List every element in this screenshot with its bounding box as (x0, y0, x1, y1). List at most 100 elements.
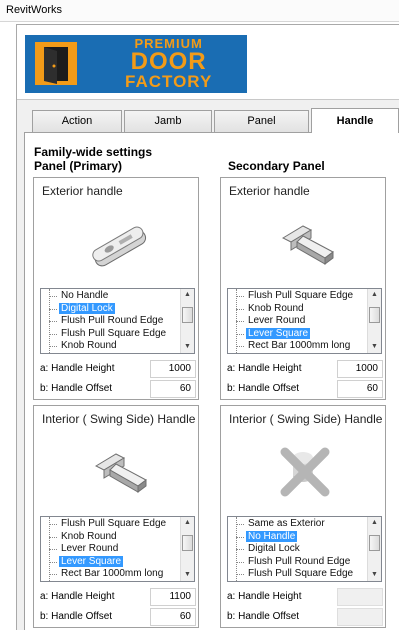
handle-offset-input[interactable]: 60 (337, 380, 383, 398)
handle-offset-label: b: Handle Offset (40, 383, 113, 394)
handle-height-input[interactable] (337, 588, 383, 606)
scroll-down-icon[interactable]: ▼ (368, 569, 381, 581)
tab-bar: Action Jamb Panel Handle (24, 108, 399, 133)
list-item-label: Same as Exterior (248, 518, 325, 529)
list-item-label: Knob Round (61, 530, 117, 542)
primary-panel-heading: Panel (Primary) (34, 159, 123, 173)
tab-handle[interactable]: Handle (311, 108, 399, 133)
scroll-thumb[interactable] (182, 535, 193, 551)
list-item[interactable]: Knob Round (41, 531, 180, 544)
tab-panel[interactable]: Panel (214, 110, 309, 132)
list-scrollbar[interactable]: ▲ ▼ (367, 289, 381, 353)
group-title: Interior ( Swing Side) Handle (229, 412, 383, 426)
handle-offset-row: b: Handle Offset 60 (225, 380, 383, 400)
list-item[interactable]: Flush Pull Square Edge (228, 568, 367, 581)
no-handle-icon (261, 436, 351, 506)
list-item[interactable]: Lever Round (228, 315, 367, 328)
list-item-selected[interactable]: Lever Square (228, 327, 367, 341)
scroll-down-icon[interactable]: ▼ (181, 341, 194, 353)
tab-jamb[interactable]: Jamb (124, 110, 212, 132)
window-titlebar: RevitWorks (0, 0, 399, 22)
secondary-exterior-handle-group: Exterior handle Flush Pull Square Edge K… (220, 177, 386, 400)
scroll-thumb[interactable] (369, 307, 380, 323)
list-item-label: Knob Round (61, 340, 117, 351)
handle-tab-content: Family-wide settings Panel (Primary) Sec… (24, 132, 399, 630)
list-scrollbar[interactable]: ▲ ▼ (367, 517, 381, 581)
scroll-down-icon[interactable]: ▼ (368, 341, 381, 353)
secondary-exterior-handle-list[interactable]: Flush Pull Square Edge Knob Round Lever … (227, 288, 382, 354)
list-item-selected[interactable]: Lever Square (41, 555, 180, 569)
list-item-label: Flush Pull Round Edge (61, 315, 164, 326)
list-scrollbar[interactable]: ▲ ▼ (180, 289, 194, 353)
scroll-up-icon[interactable]: ▲ (368, 517, 381, 529)
list-item-label: Lever Square (59, 555, 124, 567)
list-item-selected[interactable]: Digital Lock (41, 302, 180, 316)
list-item[interactable]: Knob Round (41, 340, 180, 353)
list-scrollbar[interactable]: ▲ ▼ (180, 517, 194, 581)
list-item-label: Rect Bar 1000mm long (248, 340, 351, 351)
list-item-label: Flush Pull Square Edge (61, 518, 167, 529)
handle-offset-row: b: Handle Offset 60 (38, 380, 196, 400)
list-item[interactable]: Flush Pull Square Edge (41, 518, 180, 531)
group-title: Interior ( Swing Side) Handle (42, 412, 196, 426)
logo-line-factory: FACTORY (125, 72, 213, 91)
list-item[interactable]: Rect Bar 1000mm long (41, 568, 180, 581)
handle-height-label: a: Handle Height (40, 591, 115, 602)
list-item-label: Digital Lock (59, 302, 115, 314)
group-title: Exterior handle (42, 184, 123, 198)
premium-door-factory-logo: PREMIUM DOOR FACTORY (25, 35, 247, 93)
group-title: Exterior handle (229, 184, 310, 198)
secondary-interior-handle-list[interactable]: Same as Exterior No Handle Digital Lock … (227, 516, 382, 582)
list-item[interactable]: Lever Round (41, 543, 180, 556)
list-item-label: Lever Round (248, 315, 306, 326)
handle-height-input[interactable]: 1000 (337, 360, 383, 378)
scroll-thumb[interactable] (369, 535, 380, 551)
tab-action[interactable]: Action (32, 110, 122, 132)
primary-interior-handle-group: Interior ( Swing Side) Handle Flush Pull… (33, 405, 199, 628)
secondary-interior-handle-group: Interior ( Swing Side) Handle Same as Ex… (220, 405, 386, 628)
scroll-down-icon[interactable]: ▼ (181, 569, 194, 581)
handle-offset-row: b: Handle Offset (225, 608, 383, 628)
handle-offset-label: b: Handle Offset (227, 611, 300, 622)
scroll-up-icon[interactable]: ▲ (368, 289, 381, 301)
list-item[interactable]: Flush Pull Round Edge (41, 315, 180, 328)
handle-height-label: a: Handle Height (227, 363, 302, 374)
list-item[interactable]: Flush Pull Round Edge (228, 556, 367, 569)
handle-offset-row: b: Handle Offset 60 (38, 608, 196, 628)
list-item-label: No Handle (61, 290, 109, 301)
handle-offset-input[interactable]: 60 (150, 608, 196, 626)
list-item-selected[interactable]: No Handle (228, 530, 367, 544)
logo-text: PREMIUM DOOR FACTORY (125, 37, 213, 91)
list-item[interactable]: Flush Pull Square Edge (41, 328, 180, 341)
list-item[interactable]: Same as Exterior (228, 518, 367, 531)
list-item[interactable]: Rect Bar 1000mm long (228, 340, 367, 353)
list-item-label: Lever Square (246, 327, 311, 339)
scroll-up-icon[interactable]: ▲ (181, 517, 194, 529)
scroll-thumb[interactable] (182, 307, 193, 323)
list-item[interactable]: Flush Pull Square Edge (228, 290, 367, 303)
primary-exterior-handle-list[interactable]: No Handle Digital Lock Flush Pull Round … (40, 288, 195, 354)
list-item[interactable]: Knob Round (228, 303, 367, 316)
list-item[interactable]: No Handle (41, 290, 180, 303)
handle-height-row: a: Handle Height 1000 (38, 360, 196, 380)
list-item-label: Knob Round (248, 302, 304, 314)
primary-exterior-handle-group: Exterior handle No Handle Digital Lock F… (33, 177, 199, 400)
scroll-up-icon[interactable]: ▲ (181, 289, 194, 301)
handle-offset-input[interactable]: 60 (150, 380, 196, 398)
list-item[interactable]: Digital Lock (228, 543, 367, 556)
handle-offset-label: b: Handle Offset (227, 383, 300, 394)
lever-square-handle-icon (261, 208, 351, 278)
handle-height-row: a: Handle Height 1000 (225, 360, 383, 380)
handle-offset-input[interactable] (337, 608, 383, 626)
list-item-label: Lever Round (61, 543, 119, 554)
list-item-label: Flush Pull Square Edge (61, 327, 167, 339)
handle-height-label: a: Handle Height (227, 591, 302, 602)
list-item-label: No Handle (246, 530, 298, 542)
door-icon (35, 42, 77, 85)
handle-height-row: a: Handle Height 1100 (38, 588, 196, 608)
handle-height-input[interactable]: 1000 (150, 360, 196, 378)
primary-interior-handle-list[interactable]: Flush Pull Square Edge Knob Round Lever … (40, 516, 195, 582)
logo-line-door: DOOR (130, 48, 207, 75)
handle-height-input[interactable]: 1100 (150, 588, 196, 606)
list-item-label: Flush Pull Round Edge (248, 555, 351, 567)
